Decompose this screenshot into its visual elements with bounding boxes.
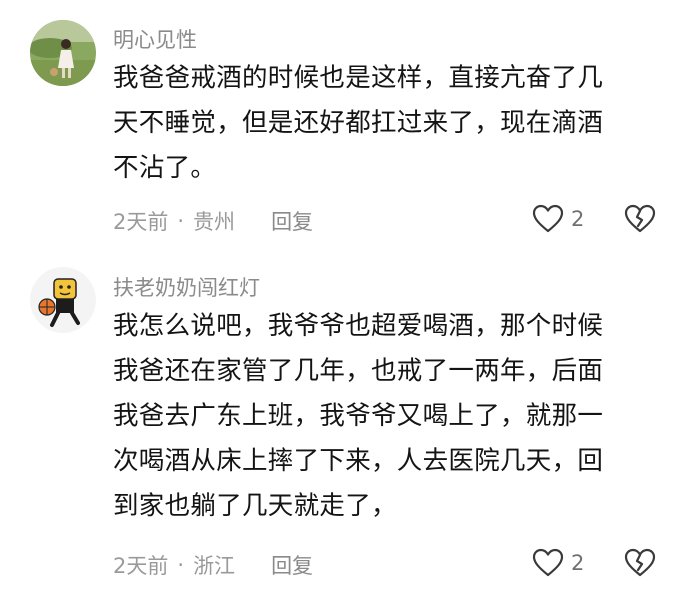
avatar-photo-icon xyxy=(30,20,96,86)
comment-text-line: 我爸还在家管了几年，也戒了一两年，后面 xyxy=(113,356,604,386)
avatar[interactable] xyxy=(30,267,96,333)
like-count: 2 xyxy=(571,207,585,231)
dislike-button[interactable] xyxy=(624,548,656,582)
reply-button[interactable]: 回复 xyxy=(271,206,313,236)
comment-text-line: 我怎么说吧，我爷爷也超爱喝酒，那个时候 xyxy=(113,311,604,341)
broken-heart-icon xyxy=(624,204,656,233)
heart-outline-icon xyxy=(532,548,564,577)
comment-text-line: 不沾了。 xyxy=(113,153,217,183)
like-count: 2 xyxy=(571,551,585,575)
comment-location: 浙江 xyxy=(193,554,236,578)
meta-separator: · xyxy=(177,553,185,577)
comment-text: 我怎么说吧，我爷爷也超爱喝酒，那个时候 我爸还在家管了几年，也戒了一两年，后面 … xyxy=(113,304,653,529)
comment-meta: 2天前 · 浙江 回复 xyxy=(113,550,313,580)
heart-outline-icon xyxy=(532,204,564,233)
comment-text-line: 到家也躺了几天就走了， xyxy=(113,491,397,521)
comment-meta: 2天前 · 贵州 回复 xyxy=(113,206,313,236)
comment-time: 2天前 xyxy=(113,210,169,234)
like-button[interactable]: 2 xyxy=(532,204,584,234)
comment-text-line: 次喝酒从床上摔了下来，人去医院几天，回 xyxy=(113,446,604,476)
comment-username[interactable]: 扶老奶奶闯红灯 xyxy=(113,272,260,302)
comment-time: 2天前 xyxy=(113,554,169,578)
comment-text: 我爸爸戒酒的时候也是这样，直接亢奋了几 天不睡觉，但是还好都扛过来了，现在滴酒 … xyxy=(113,56,653,191)
comment-2: 扶老奶奶闯红灯 我怎么说吧，我爷爷也超爱喝酒，那个时候 我爸还在家管了几年，也戒… xyxy=(0,250,690,601)
comment-location: 贵州 xyxy=(193,210,236,234)
comment-text-line: 我爸爸戒酒的时候也是这样，直接亢奋了几 xyxy=(113,63,604,93)
avatar[interactable] xyxy=(30,20,96,86)
meta-separator: · xyxy=(177,209,185,233)
comment-1: 明心见性 我爸爸戒酒的时候也是这样，直接亢奋了几 天不睡觉，但是还好都扛过来了，… xyxy=(0,0,690,250)
reply-button[interactable]: 回复 xyxy=(271,550,313,580)
broken-heart-icon xyxy=(624,548,656,577)
comment-text-line: 天不睡觉，但是还好都扛过来了，现在滴酒 xyxy=(113,108,604,138)
dislike-button[interactable] xyxy=(624,204,656,238)
comment-text-line: 我爸去广东上班，我爷爷又喝上了，就那一 xyxy=(113,401,604,431)
avatar-cartoon-icon xyxy=(30,267,96,333)
comment-username[interactable]: 明心见性 xyxy=(113,24,197,54)
like-button[interactable]: 2 xyxy=(532,548,584,578)
